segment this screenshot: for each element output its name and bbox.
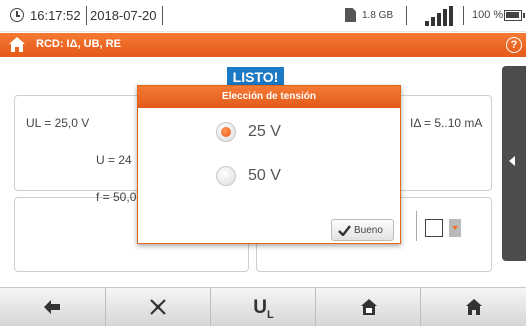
save-icon [361, 299, 377, 315]
status-bar: 16:17:52 2018-07-20 1.8 GB 100 % [0, 0, 526, 32]
memory-indicator: 1.8 GB [362, 10, 394, 21]
dialog-title: Elección de tensión [222, 91, 316, 102]
ul-button[interactable]: UL [211, 288, 316, 326]
dialog-header: Elección de tensión [138, 86, 400, 108]
home-button[interactable] [421, 288, 526, 326]
voltage-selection-dialog: Elección de tensión 25 V 50 V Bueno [137, 85, 401, 244]
side-panel-toggle[interactable] [502, 66, 526, 261]
sd-card-icon [345, 8, 356, 22]
help-icon[interactable]: ? [506, 37, 522, 53]
ok-button-label: Bueno [354, 225, 383, 236]
square-icon [425, 219, 443, 237]
rcd-type-selector[interactable] [416, 211, 478, 241]
radio-button[interactable] [216, 166, 236, 186]
status-separator [86, 6, 87, 25]
save-button[interactable] [316, 288, 421, 326]
ia-readout: IΔ = 5..10 mA [410, 116, 483, 130]
status-badge: LISTO! [227, 67, 284, 87]
ok-button[interactable]: Bueno [331, 219, 394, 241]
voltage-readout: U = 24 [96, 153, 132, 167]
status-separator [162, 6, 163, 25]
home-icon [466, 299, 482, 315]
clock-icon [10, 8, 24, 22]
status-separator [406, 6, 407, 25]
tools-icon [150, 299, 166, 315]
title-bar: RCD: IΔ, UB, RE ? [0, 33, 526, 57]
chevron-left-icon [509, 156, 515, 166]
option-label: 25 V [248, 123, 281, 140]
page-title: RCD: IΔ, UB, RE [36, 38, 121, 50]
signal-strength-icon [425, 6, 453, 26]
check-icon [338, 225, 351, 236]
bottom-toolbar: UL [0, 287, 526, 326]
status-date: 2018-07-20 [90, 8, 157, 23]
chevron-down-icon [449, 219, 461, 237]
option-label: 50 V [248, 167, 281, 184]
home-icon[interactable] [9, 37, 25, 52]
battery-percentage: 100 % [472, 9, 504, 21]
tools-button[interactable] [106, 288, 211, 326]
back-button[interactable] [0, 288, 105, 326]
status-separator [463, 6, 464, 25]
ul-readout: UL = 25,0 V [26, 116, 90, 130]
status-time: 16:17:52 [30, 8, 81, 23]
ul-button-label: UL [253, 297, 274, 321]
battery-icon [504, 10, 525, 21]
back-arrow-icon [44, 300, 60, 314]
radio-button[interactable] [216, 122, 236, 142]
